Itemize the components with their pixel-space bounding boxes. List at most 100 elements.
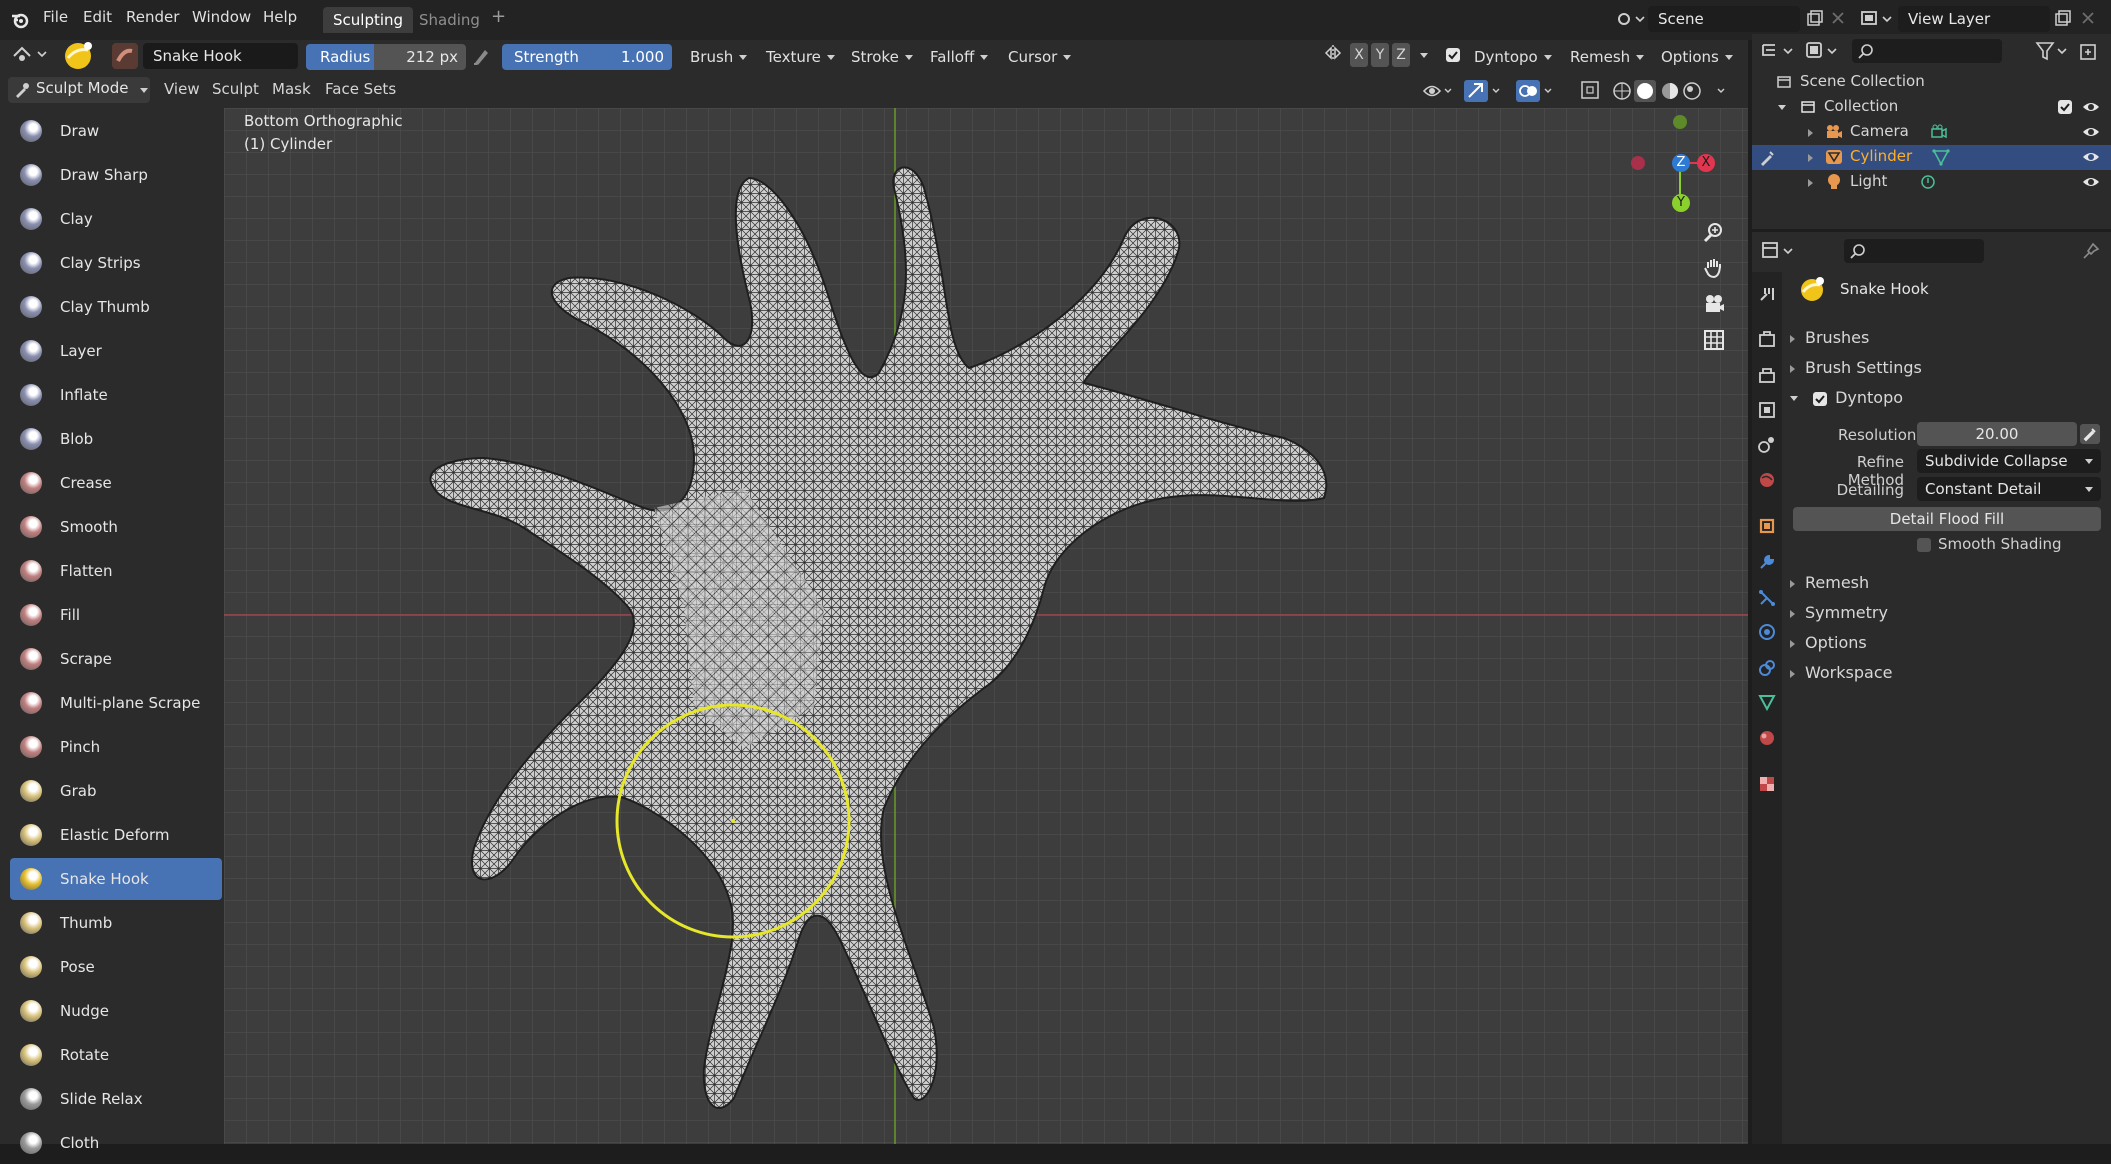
scene-collection-row[interactable]: Scene Collection (1752, 70, 2111, 95)
refine-method-select[interactable]: Subdivide Collapse (1917, 449, 2101, 473)
cursor-dropdown[interactable]: Cursor (1008, 45, 1072, 69)
material-tab-icon[interactable] (1757, 728, 1777, 748)
collection-exclude-checkbox[interactable] (2058, 100, 2072, 114)
falloff-dropdown[interactable]: Falloff (930, 45, 989, 69)
display-mode-icon[interactable] (1804, 40, 1840, 62)
output-tab-icon[interactable] (1757, 366, 1777, 386)
new-collection-icon[interactable] (2078, 40, 2100, 62)
radius-pressure-icon[interactable] (472, 46, 490, 66)
stroke-dropdown[interactable]: Stroke (851, 45, 913, 69)
tool-grab[interactable]: Grab (10, 770, 222, 812)
properties-editor-type-icon[interactable] (1760, 240, 1796, 262)
tool-snake-hook[interactable]: Snake Hook (10, 858, 222, 900)
menu-sculpt[interactable]: Sculpt (212, 80, 259, 98)
3d-viewport[interactable]: Bottom Orthographic (1) Cylinder X Y Z (224, 108, 1748, 1144)
tab-sculpting[interactable]: Sculpting (323, 7, 414, 33)
ortho-grid-icon[interactable] (1702, 328, 1726, 352)
panel-symmetry[interactable]: Symmetry (1790, 603, 1888, 622)
scene-tab-icon[interactable] (1757, 434, 1777, 454)
gizmo-x-axis[interactable]: X (1697, 154, 1715, 172)
tool-clay-thumb[interactable]: Clay Thumb (10, 286, 222, 328)
tool-multi-plane-scrape[interactable]: Multi-plane Scrape (10, 682, 222, 724)
tool-slide-relax[interactable]: Slide Relax (10, 1078, 222, 1120)
camera-view-icon[interactable] (1702, 292, 1726, 316)
pin-icon[interactable] (2082, 242, 2100, 260)
mesh-data-icon[interactable] (1932, 148, 1950, 166)
tool-rotate[interactable]: Rotate (10, 1034, 222, 1076)
brush-dropdown[interactable]: Brush (690, 45, 748, 69)
tool-pose[interactable]: Pose (10, 946, 222, 988)
expand-camera-icon[interactable] (1808, 129, 1813, 137)
tool-draw[interactable]: Draw (10, 110, 222, 152)
panel-brush-settings[interactable]: Brush Settings (1790, 358, 1922, 377)
tab-shading[interactable]: Shading (409, 7, 490, 33)
symmetry-chevron-icon[interactable] (1420, 53, 1428, 58)
outliner-editor-type-icon[interactable] (1760, 40, 1796, 62)
view-layer-field[interactable]: View Layer (1898, 6, 2050, 32)
dyntopo-checkbox[interactable] (1446, 48, 1460, 62)
brush-name-field[interactable]: Snake Hook (143, 43, 298, 69)
mirror-x-toggle[interactable]: X (1350, 43, 1368, 67)
detail-flood-fill-button[interactable]: Detail Flood Fill (1793, 507, 2101, 531)
texture-dropdown[interactable]: Texture (766, 45, 835, 69)
outliner-search-input[interactable] (1852, 39, 2002, 63)
mirror-z-toggle[interactable]: Z (1392, 43, 1410, 67)
menu-view[interactable]: View (164, 80, 200, 98)
tool-fill[interactable]: Fill (10, 594, 222, 636)
dyntopo-dropdown[interactable]: Dyntopo (1474, 45, 1552, 69)
scene-selector-icon[interactable] (1616, 9, 1646, 29)
data-tab-icon[interactable] (1757, 692, 1777, 712)
tool-flatten[interactable]: Flatten (10, 550, 222, 592)
strength-slider[interactable]: Strength 1.000 (502, 44, 672, 70)
expand-cylinder-icon[interactable] (1808, 154, 1813, 162)
resolution-field[interactable]: 20.00 (1917, 422, 2077, 446)
light-data-icon[interactable] (1920, 174, 1936, 190)
eye-icon[interactable] (2082, 100, 2100, 114)
constraints-tab-icon[interactable] (1757, 658, 1777, 678)
eye-icon[interactable] (2082, 150, 2100, 164)
detailing-select[interactable]: Constant Detail (1917, 477, 2101, 501)
dyntopo-enable-checkbox[interactable] (1813, 391, 1828, 406)
expand-collection-icon[interactable] (1778, 105, 1786, 110)
eye-icon[interactable] (2082, 175, 2100, 189)
panel-workspace[interactable]: Workspace (1790, 663, 1892, 682)
new-view-layer-icon[interactable] (2054, 10, 2072, 28)
properties-search-input[interactable] (1844, 239, 1984, 263)
panel-dyntopo[interactable]: Dyntopo (1790, 388, 1903, 407)
outliner-item-cylinder[interactable]: Cylinder (1752, 145, 2111, 170)
menu-face-sets[interactable]: Face Sets (325, 80, 396, 98)
viewport-shading-controls[interactable] (1422, 74, 1748, 108)
scene-name-field[interactable]: Scene (1648, 6, 1800, 32)
menu-edit[interactable]: Edit (83, 8, 112, 26)
menu-mask[interactable]: Mask (272, 80, 311, 98)
physics-tab-icon[interactable] (1757, 622, 1777, 642)
delete-scene-icon[interactable] (1830, 10, 1846, 26)
gizmo-z-axis[interactable]: Z (1672, 154, 1690, 172)
menu-render[interactable]: Render (126, 8, 179, 26)
add-workspace-button[interactable]: + (491, 6, 506, 27)
collection-row[interactable]: Collection (1752, 95, 2111, 120)
tool-clay[interactable]: Clay (10, 198, 222, 240)
texture-tab-icon[interactable] (1757, 774, 1777, 794)
menu-file[interactable]: File (43, 8, 68, 26)
world-tab-icon[interactable] (1757, 470, 1777, 490)
mode-selector[interactable]: Sculpt Mode (8, 77, 150, 103)
panel-remesh[interactable]: Remesh (1790, 573, 1869, 592)
outliner-item-camera[interactable]: Camera (1752, 120, 2111, 145)
gizmo-y-axis[interactable]: Y (1672, 194, 1690, 212)
render-tab-icon[interactable] (1757, 330, 1777, 350)
mirror-y-toggle[interactable]: Y (1371, 43, 1389, 67)
menu-window[interactable]: Window (192, 8, 251, 26)
particles-tab-icon[interactable] (1757, 588, 1777, 608)
delete-view-layer-icon[interactable] (2080, 10, 2096, 26)
modifier-tab-icon[interactable] (1757, 552, 1777, 572)
view-layer-tab-icon[interactable] (1757, 400, 1777, 420)
outliner-item-light[interactable]: Light (1752, 170, 2111, 195)
new-scene-icon[interactable] (1806, 10, 1824, 28)
menu-help[interactable]: Help (263, 8, 297, 26)
tool-cloth[interactable]: Cloth (10, 1122, 222, 1164)
view-layer-selector-icon[interactable] (1860, 9, 1894, 29)
panel-options[interactable]: Options (1790, 633, 1867, 652)
panel-brushes[interactable]: Brushes (1790, 328, 1869, 347)
symmetry-icon[interactable] (1323, 43, 1343, 63)
